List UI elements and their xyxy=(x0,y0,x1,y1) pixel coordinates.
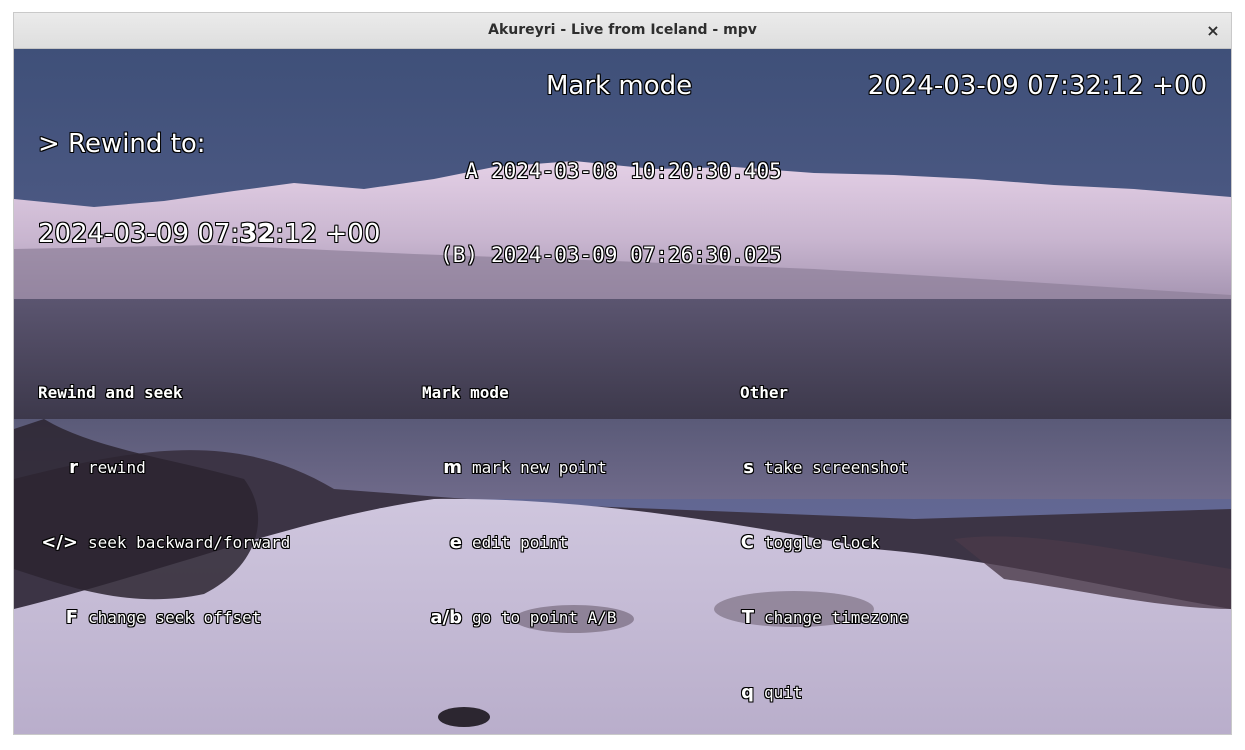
help-item: Ctoggle clock xyxy=(740,530,909,555)
close-icon[interactable]: × xyxy=(1201,19,1225,43)
help-other: Other s take screenshot Ctoggle clock Tch… xyxy=(740,330,909,734)
help-key: r xyxy=(69,457,78,478)
help-key: a/b xyxy=(430,607,462,628)
help-desc: change timezone xyxy=(764,608,909,627)
help-desc: take screenshot xyxy=(764,458,909,477)
window-title: Akureyri - Live from Iceland - mpv xyxy=(488,22,757,38)
help-key: T xyxy=(741,607,754,628)
title-bar[interactable]: Akureyri - Live from Iceland - mpv × xyxy=(14,13,1231,49)
mark-b-label: (B) xyxy=(440,243,478,267)
mark-mode-title: Mark mode xyxy=(546,71,693,101)
rewind-label: > Rewind to: xyxy=(38,129,206,159)
help-item: s take screenshot xyxy=(740,455,909,480)
help-key: F xyxy=(65,607,78,628)
help-item: q quit xyxy=(740,680,909,705)
mark-points: A 2024-03-08 10:20:30.405 (B) 2024-03-09 0… xyxy=(438,101,782,325)
mark-b-value: 2024-03-09 07:26:30.025 xyxy=(491,243,782,267)
mark-a-label: A xyxy=(465,159,478,183)
help-item: Tchange timezone xyxy=(740,605,909,630)
mpv-window: Akureyri - Live from Iceland - mpv × > R… xyxy=(14,13,1231,734)
help-key: s xyxy=(743,457,754,478)
help-rewind-seek: Rewind and seek r rewind </> seek backward… xyxy=(38,330,290,680)
help-key: m xyxy=(443,457,462,478)
rewind-prompt: > Rewind to: 2024-03-09 07:32:12 +00 xyxy=(38,69,380,309)
rewind-time-prefix: 2024-03-09 07: xyxy=(38,219,240,249)
help-desc: change seek offset xyxy=(88,608,262,627)
help-mark-mode: Mark mode m mark new point e edit point a/… xyxy=(422,330,617,680)
rewind-time-cursor: 32 xyxy=(239,219,276,249)
help-desc: quit xyxy=(764,683,803,702)
help-key: e xyxy=(449,532,462,553)
rewind-time: 2024-03-09 07:32:12 +00 xyxy=(38,219,380,249)
help-key: </> xyxy=(41,532,78,553)
help-item: Fchange seek offset xyxy=(38,605,290,630)
rewind-time-suffix: :12 +00 xyxy=(275,219,381,249)
help-item: e edit point xyxy=(422,530,617,555)
help-desc: rewind xyxy=(88,458,146,477)
mark-point-a: A 2024-03-08 10:20:30.405 xyxy=(438,157,782,185)
clock: 2024-03-09 07:32:12 +00 xyxy=(867,71,1207,101)
mark-point-b: (B) 2024-03-09 07:26:30.025 xyxy=(438,241,782,269)
help-key: C xyxy=(740,532,754,553)
help-mark-mode-header: Mark mode xyxy=(422,383,509,402)
help-item: </> seek backward/forward xyxy=(38,530,290,555)
help-key: q xyxy=(741,682,754,703)
help-desc: edit point xyxy=(472,533,569,552)
help-desc: go to point A/B xyxy=(472,608,617,627)
mark-a-value: 2024-03-08 10:20:30.405 xyxy=(491,159,782,183)
help-desc: seek backward/forward xyxy=(88,533,291,552)
help-item: r rewind xyxy=(38,455,290,480)
help-item: a/b go to point A/B xyxy=(422,605,617,630)
help-desc: mark new point xyxy=(472,458,607,477)
help-rewind-seek-header: Rewind and seek xyxy=(38,383,183,402)
help-other-header: Other xyxy=(740,383,789,402)
help-desc: toggle clock xyxy=(764,533,880,552)
help-item: m mark new point xyxy=(422,455,617,480)
video-area[interactable]: > Rewind to: 2024-03-09 07:32:12 +00 Mar… xyxy=(14,49,1231,734)
